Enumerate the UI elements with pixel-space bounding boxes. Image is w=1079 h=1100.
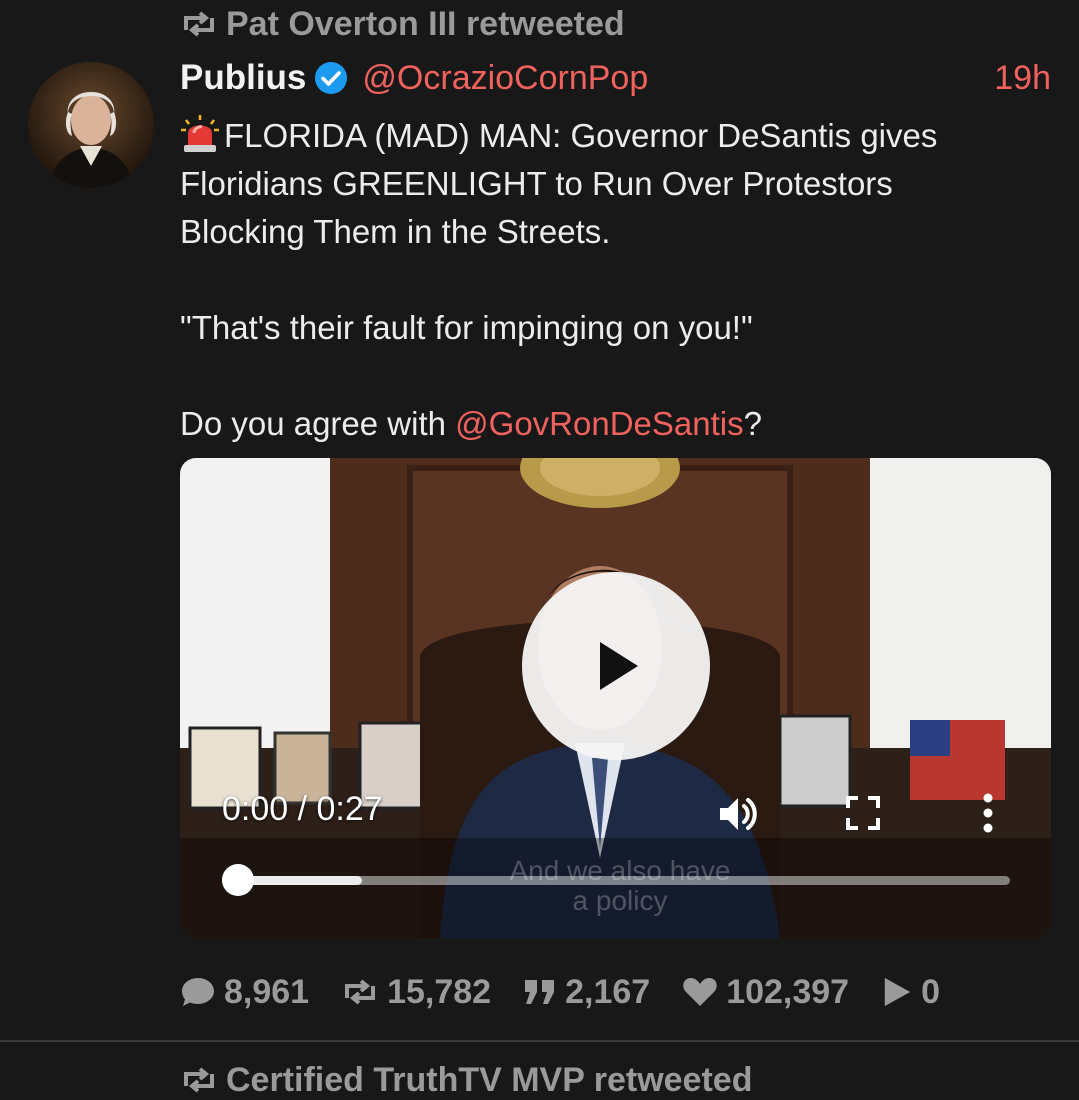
author-handle[interactable]: @OcrazioCornPop [362, 59, 648, 98]
post-body: FLORIDA (MAD) MAN: Governor DeSantis giv… [180, 112, 1040, 448]
like-count: 102,397 [726, 972, 850, 1011]
retruth-button[interactable]: 15,782 [341, 973, 491, 1012]
heart-icon [683, 978, 717, 1006]
post-line-3: Blocking Them in the Streets. [180, 213, 611, 250]
video-player[interactable]: And we also have a policy 0:00 / 0:27 [180, 458, 1051, 938]
fullscreen-icon[interactable] [846, 796, 880, 830]
retruth-count: 15,782 [387, 972, 492, 1011]
reply-count: 8,961 [224, 972, 310, 1011]
siren-icon [181, 115, 219, 152]
comment-icon [182, 978, 214, 1006]
post-question: Do you agree with @GovRonDeSantis? [180, 400, 1040, 448]
video-scrubber-handle[interactable] [222, 864, 254, 896]
like-button[interactable]: 102,397 [682, 973, 849, 1012]
quote-icon [525, 980, 555, 1004]
post-quote: "That's their fault for impinging on you… [180, 309, 753, 346]
video-buffered-bar [238, 876, 362, 885]
quote-button[interactable]: 2,167 [523, 973, 650, 1012]
caption-line-2: a policy [572, 885, 668, 916]
views-count: 0 [921, 972, 941, 1011]
video-time-display: 0:00 / 0:27 [222, 790, 383, 828]
post-line-1: FLORIDA (MAD) MAN: Governor DeSantis giv… [224, 117, 938, 154]
views-play-icon [884, 977, 911, 1007]
video-caption: And we also have a policy [500, 856, 740, 916]
avatar[interactable] [28, 62, 154, 188]
reply-button[interactable]: 8,961 [180, 973, 309, 1012]
next-retweet-header: Certified TruthTV MVP retweeted [180, 1060, 752, 1100]
play-icon [600, 642, 638, 690]
author-name[interactable]: Publius [180, 58, 306, 98]
post-divider [0, 1040, 1079, 1042]
quote-count: 2,167 [565, 972, 651, 1011]
retweet-icon [345, 979, 376, 1005]
more-vert-icon[interactable] [980, 792, 996, 834]
play-button[interactable] [522, 572, 710, 760]
post-header: Publius @OcrazioCornPop 19h [180, 56, 1051, 100]
video-progress-bar[interactable] [222, 864, 1010, 896]
views-button[interactable]: 0 [881, 973, 940, 1012]
next-retweet-text[interactable]: Certified TruthTV MVP retweeted [226, 1061, 752, 1100]
volume-icon[interactable] [716, 792, 760, 836]
retweet-header-text[interactable]: Pat Overton III retweeted [226, 5, 625, 44]
post-timestamp[interactable]: 19h [994, 59, 1051, 98]
post-stats: 8,961 15,782 2,167 102,397 0 [180, 970, 940, 1014]
retweet-header: Pat Overton III retweeted [180, 4, 625, 44]
retweet-icon [184, 11, 214, 37]
retweet-icon [184, 1067, 214, 1093]
mention-link[interactable]: @GovRonDeSantis [455, 405, 743, 442]
question-prefix: Do you agree with [180, 405, 456, 442]
verified-badge-icon [315, 62, 348, 94]
question-suffix: ? [743, 405, 762, 442]
post-line-2: Floridians GREENLIGHT to Run Over Protes… [180, 165, 893, 202]
